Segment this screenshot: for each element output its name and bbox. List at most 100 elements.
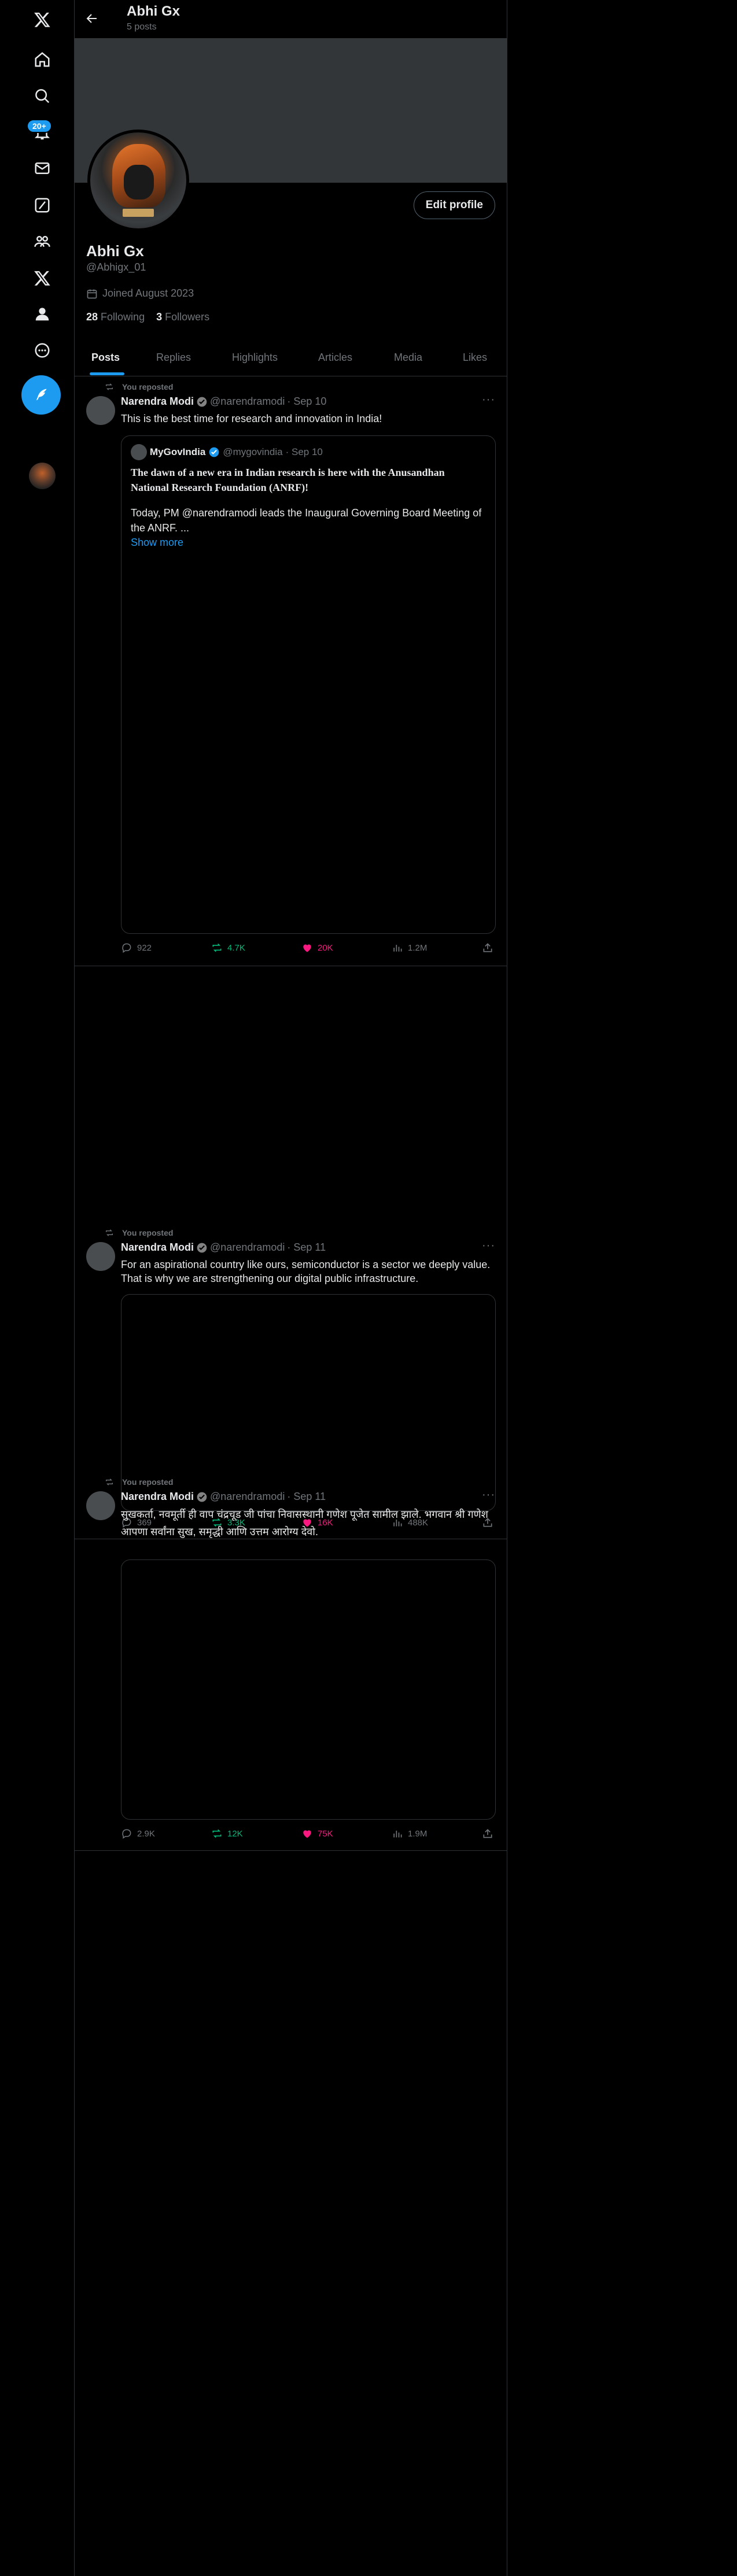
header-name: Abhi Gx (127, 3, 180, 19)
joined-text: Joined August 2023 (102, 287, 194, 299)
tab-highlights[interactable]: Highlights (232, 339, 278, 376)
share-button[interactable] (482, 939, 493, 956)
views-button[interactable]: 1.9M (392, 1825, 427, 1842)
tweet-more-button[interactable]: ··· (482, 1488, 495, 1502)
tweet-author-avatar[interactable] (86, 396, 115, 425)
tweet-text: This is the best time for research and i… (121, 413, 382, 424)
tab-likes[interactable]: Likes (463, 339, 487, 376)
tweet-date[interactable]: · Sep 11 (287, 1241, 326, 1254)
tweet-author-name[interactable]: Narendra Modi (121, 1491, 194, 1503)
view-count: 1.2M (408, 943, 428, 953)
header-post-count: 5 posts (127, 22, 157, 32)
quoted-author-name: MyGovIndia (150, 446, 206, 457)
like-count: 20K (318, 943, 333, 953)
tweet-media[interactable] (121, 1559, 496, 1820)
tweet-divider (75, 1850, 507, 1851)
repost-icon (106, 1479, 113, 1485)
profile-header-bar: Abhi Gx 5 posts (75, 0, 507, 38)
tab-posts[interactable]: Posts (91, 339, 120, 376)
repost-indicator: You reposted (105, 382, 173, 391)
tweet-author-name[interactable]: Narendra Modi (121, 1241, 194, 1254)
tweet-author-name[interactable]: Narendra Modi (121, 396, 194, 408)
profile-icon[interactable] (24, 296, 60, 332)
profile-joined: Joined August 2023 (86, 287, 194, 300)
tweet-author-handle[interactable]: @narendramodi (210, 396, 285, 408)
tab-replies[interactable]: Replies (156, 339, 191, 376)
arrow-left-icon (86, 14, 97, 23)
tweet-author-avatar[interactable] (86, 1491, 115, 1520)
profile-avatar[interactable] (87, 130, 189, 231)
reply-icon (122, 1829, 131, 1839)
repost-label: You reposted (122, 1477, 174, 1487)
search-icon[interactable] (24, 78, 60, 114)
share-button[interactable] (482, 1825, 493, 1842)
repost-label: You reposted (122, 382, 174, 391)
x-premium-icon[interactable] (24, 260, 60, 296)
active-tab-indicator (90, 372, 124, 375)
heart-icon (303, 1830, 311, 1838)
repost-button[interactable]: 12K (211, 1825, 243, 1842)
followers-count: 3 (156, 311, 163, 323)
share-icon (483, 943, 492, 952)
repost-icon (212, 943, 222, 952)
tweet-media[interactable] (121, 1294, 496, 1511)
tweet-date[interactable]: · Sep 10 (287, 396, 326, 408)
quoted-author-avatar (131, 444, 147, 460)
like-button[interactable]: 20K (301, 939, 333, 956)
following-label: Following (101, 311, 145, 323)
followers-link[interactable]: 3 Followers (156, 311, 209, 323)
tweet-author-handle[interactable]: @narendramodi (210, 1241, 285, 1254)
quoted-tweet[interactable]: MyGovIndia @mygovindia · Sep 10 The dawn… (121, 435, 496, 934)
calendar-icon (87, 289, 97, 298)
reply-button[interactable]: 922 (121, 939, 152, 956)
profile-follow-counts: 28 Following 3 Followers (86, 311, 209, 323)
tweet-author-handle[interactable]: @narendramodi (210, 1491, 285, 1503)
account-avatar[interactable] (29, 463, 56, 489)
x-logo-icon[interactable] (24, 2, 60, 38)
tab-media[interactable]: Media (394, 339, 422, 376)
following-count: 28 (86, 311, 98, 323)
views-icon (393, 1831, 402, 1838)
compose-post-button[interactable] (21, 375, 61, 415)
repost-indicator: You reposted (105, 1228, 173, 1237)
verified-badge-icon (209, 447, 219, 457)
tweet-actions: 2.9K 12K 75K 1.9M (121, 1825, 496, 1842)
tweet-more-button[interactable]: ··· (482, 393, 495, 406)
repost-indicator: You reposted (105, 1477, 173, 1487)
verified-badge-icon (197, 1492, 207, 1502)
tweet-header: Narendra Modi @narendramodi · Sep 11 (121, 1491, 326, 1503)
repost-button[interactable]: 4.7K (211, 939, 245, 956)
reply-count: 2.9K (137, 1828, 155, 1839)
left-navigation: 20+ (0, 0, 74, 2576)
quoted-tweet-header: MyGovIndia @mygovindia · Sep 10 (131, 444, 323, 460)
tab-articles[interactable]: Articles (318, 339, 352, 376)
tweet-author-avatar[interactable] (86, 1242, 115, 1271)
feather-icon (36, 389, 47, 401)
heart-icon (303, 944, 311, 952)
verified-badge-icon (197, 1243, 207, 1252)
profile-handle: @Abhigx_01 (86, 261, 146, 273)
more-icon[interactable] (24, 332, 60, 368)
reply-button[interactable]: 2.9K (121, 1825, 155, 1842)
tweet-more-button[interactable]: ··· (482, 1239, 495, 1252)
like-button[interactable]: 75K (301, 1825, 333, 1842)
profile-name: Abhi Gx (86, 242, 144, 260)
communities-icon[interactable] (24, 224, 60, 260)
notifications-badge: 20+ (27, 119, 52, 133)
grok-icon[interactable] (24, 187, 60, 223)
tweet-date[interactable]: · Sep 11 (287, 1491, 326, 1503)
views-button[interactable]: 1.2M (392, 939, 427, 956)
back-button[interactable] (80, 7, 104, 30)
tweet-actions: 922 4.7K 20K 1.2M (121, 939, 496, 956)
repost-icon (106, 1229, 113, 1236)
quoted-body: Today, PM @narendramodi leads the Inaugu… (131, 507, 482, 534)
profile-column: Abhi Gx 5 posts Edit profile Abhi Gx @Ab… (74, 0, 507, 2576)
view-count: 1.9M (408, 1828, 428, 1839)
show-more-link[interactable]: Show more (131, 537, 183, 549)
home-icon[interactable] (24, 42, 60, 77)
mail-icon[interactable] (24, 150, 60, 186)
reply-icon (122, 943, 131, 953)
following-link[interactable]: 28 Following (86, 311, 145, 323)
edit-profile-button[interactable]: Edit profile (413, 191, 495, 219)
views-icon (393, 945, 402, 952)
